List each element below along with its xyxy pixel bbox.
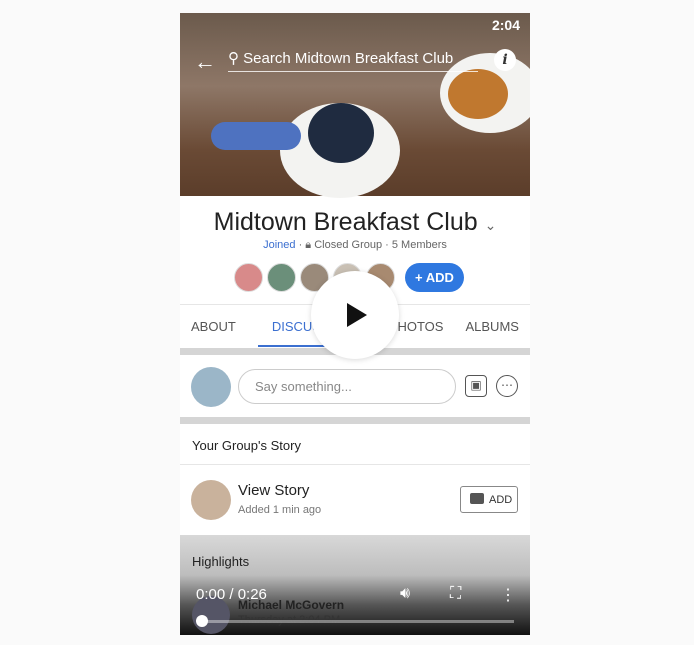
divider — [180, 464, 530, 465]
add-story-button[interactable]: ADD — [460, 486, 518, 513]
lock-icon: 🔒︎ — [305, 239, 312, 251]
add-member-button[interactable]: + ADD — [405, 263, 464, 292]
story-section-title: Your Group's Story — [192, 438, 301, 453]
avatar[interactable] — [267, 263, 296, 292]
cover-photo: 2:04 ← ⚲ Search Midtown Breakfast Club i — [180, 13, 530, 198]
play-button[interactable] — [311, 271, 399, 359]
fullscreen-icon[interactable]: ⛶ — [450, 585, 461, 603]
more-icon[interactable]: ⋯ — [496, 375, 518, 397]
scrubber-handle[interactable] — [196, 615, 208, 627]
divider — [180, 417, 530, 424]
story-thumbnail[interactable] — [191, 480, 231, 520]
view-story-link[interactable]: View Story — [238, 482, 309, 499]
info-icon[interactable]: i — [494, 49, 516, 71]
search-icon: ⚲ — [228, 50, 244, 67]
composer: Say something... ▣ ⋯ — [180, 359, 530, 417]
search-placeholder: Search Midtown Breakfast Club — [243, 50, 454, 67]
search-input[interactable]: ⚲ Search Midtown Breakfast Club — [228, 49, 478, 72]
camera-icon — [470, 493, 484, 504]
fruit-bowl — [308, 103, 374, 163]
cover-badge — [211, 122, 301, 150]
group-meta: Joined · 🔒︎ Closed Group · 5 Members — [263, 239, 447, 251]
tab-albums[interactable]: ALBUMS — [465, 319, 518, 334]
tab-about[interactable]: ABOUT — [191, 319, 236, 334]
group-title[interactable]: Midtown Breakfast Club ⌄ — [180, 208, 530, 237]
video-scrubber[interactable] — [202, 620, 514, 623]
bun — [448, 69, 508, 119]
video-player[interactable]: 2:04 ← ⚲ Search Midtown Breakfast Club i… — [180, 13, 530, 635]
chevron-down-icon: ⌄ — [484, 217, 497, 233]
joined-status[interactable]: Joined — [263, 239, 295, 251]
highlights-title: Highlights — [192, 554, 250, 569]
post-input[interactable]: Say something... — [238, 369, 456, 404]
status-time: 2:04 — [491, 17, 520, 33]
back-arrow-icon[interactable]: ← — [194, 49, 216, 75]
photo-icon[interactable]: ▣ — [465, 375, 487, 397]
more-vertical-icon[interactable]: ⋮ — [500, 585, 516, 605]
volume-icon[interactable]: 🔊︎ — [400, 585, 410, 603]
avatar — [191, 367, 231, 407]
avatar[interactable] — [234, 263, 263, 292]
video-time: 0:00 / 0:26 — [196, 586, 267, 603]
privacy-text: Closed Group · 5 Members — [314, 239, 447, 251]
story-subtitle: Added 1 min ago — [238, 504, 322, 516]
